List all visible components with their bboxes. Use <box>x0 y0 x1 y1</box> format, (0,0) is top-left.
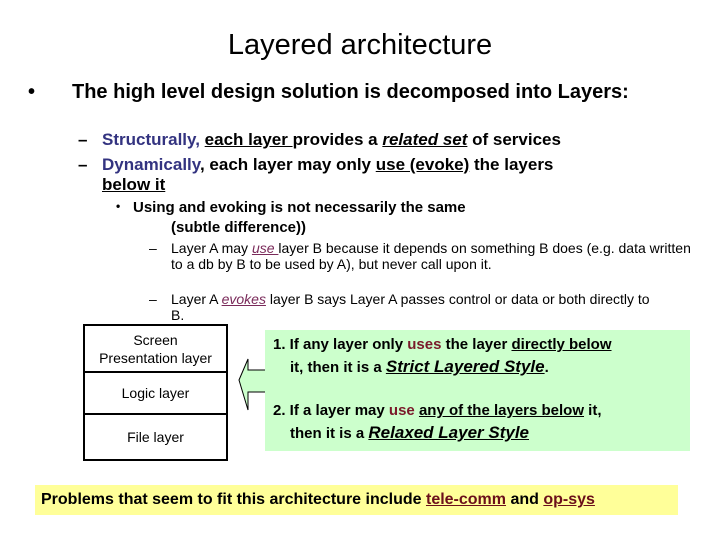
key-term: uses <box>407 336 442 353</box>
dash-marker: – <box>149 291 157 307</box>
sub-bullet-structurally: Structurally, each layer provides a rela… <box>102 130 682 150</box>
dash-marker: – <box>78 155 88 174</box>
text-span: of services <box>467 130 561 149</box>
layering-rules-box: 1. If any layer only uses the layer dire… <box>265 330 690 451</box>
link-tele-comm[interactable]: tele-comm <box>426 491 506 508</box>
emphasis-evokes: evokes <box>221 291 266 307</box>
layer-stack-diagram: Screen Presentation layer Logic layer Fil… <box>83 324 228 461</box>
text-span: the layer <box>441 336 512 353</box>
bullet3-line2: (subtle difference)) <box>171 219 307 236</box>
underlined-phrase: each layer <box>204 130 293 149</box>
note-use: Layer A may use layer B because it depen… <box>171 240 691 272</box>
rule-strict: 1. If any layer only uses the layer dire… <box>273 334 693 379</box>
layer-logic: Logic layer <box>85 373 226 415</box>
emphasis-use: use <box>251 240 279 256</box>
underlined-phrase: below it <box>102 175 166 194</box>
key-term: use <box>388 402 415 419</box>
lead-term: Dynamically <box>102 155 200 174</box>
rule-number: 2. <box>273 402 286 419</box>
layer-file: File layer <box>85 415 226 459</box>
layer-label: Presentation layer <box>99 349 212 366</box>
text-span: , each layer may only <box>199 155 376 174</box>
text-span: it, then it is a <box>290 359 386 376</box>
style-name: Relaxed Layer Style <box>368 423 530 442</box>
link-op-sys[interactable]: op-sys <box>543 491 595 508</box>
underlined-phrase: any of the layers below <box>418 402 585 419</box>
layer-label: Screen <box>133 331 178 348</box>
bullet-marker: • <box>116 199 121 213</box>
underlined-phrase: use (evoke) <box>375 155 470 174</box>
slide-title: Layered architecture <box>227 29 493 61</box>
text-span: then it is a <box>290 425 369 442</box>
italic-underlined-phrase: related set <box>382 130 468 149</box>
text-span: Layer A <box>171 291 222 307</box>
text-span: and <box>506 491 544 508</box>
main-bullet-text: The high level design solution is decomp… <box>72 81 629 103</box>
sub-bullet-dynamically: Dynamically, each layer may only use (ev… <box>102 155 682 195</box>
note-evokes: Layer A evokes layer B says Layer A pass… <box>171 291 651 323</box>
text-span: If a layer may <box>285 402 389 419</box>
layer-label: File layer <box>127 429 184 445</box>
text-span: the layers <box>469 155 554 174</box>
text-span: provides a <box>292 130 383 149</box>
left-arrow-icon <box>238 358 267 411</box>
rule-number: 1. <box>273 336 286 353</box>
dash-marker: – <box>78 130 88 149</box>
dash-marker: – <box>149 240 157 256</box>
layer-label: Logic layer <box>121 385 190 401</box>
underlined-phrase: directly below <box>511 336 612 353</box>
text-span: Problems that seem to fit this architect… <box>41 491 426 508</box>
footer-callout: Problems that seem to fit this architect… <box>35 485 678 515</box>
rule-relaxed: 2. If a layer may use any of the layers … <box>273 400 693 445</box>
layer-presentation: Screen Presentation layer <box>85 326 226 373</box>
text-span: If any layer only <box>285 336 408 353</box>
lead-term: Structurally, <box>102 130 200 149</box>
text-span: Layer A may <box>171 240 252 256</box>
bullet-marker: • <box>28 81 36 103</box>
text-span: . <box>544 359 549 376</box>
text-span: it, <box>584 402 602 419</box>
bullet3-line1: Using and evoking is not necessarily the… <box>133 199 466 216</box>
style-name: Strict Layered Style <box>385 357 545 376</box>
